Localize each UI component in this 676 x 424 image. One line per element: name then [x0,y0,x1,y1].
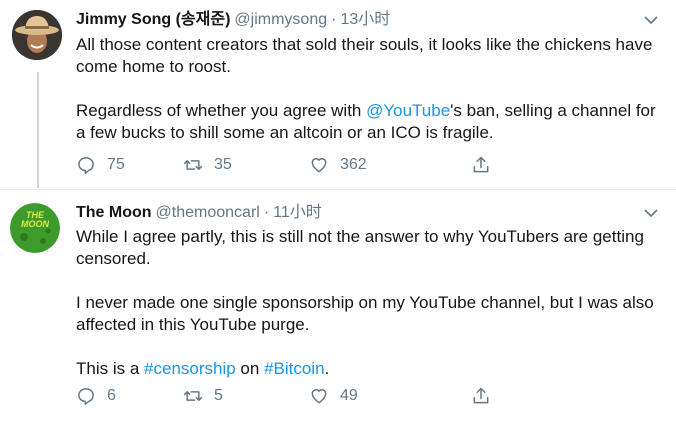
chevron-down-icon[interactable] [642,204,660,222]
text-fragment: This is a [76,359,145,378]
retweet-button[interactable]: 5 [183,386,223,406]
tweet-actions: 6 5 49 [76,384,576,408]
separator-dot: · [263,204,270,221]
author-handle[interactable]: @jimmysong [234,11,327,28]
tweet-time[interactable]: 11小时 [273,204,322,221]
text-fragment: . [324,359,330,378]
tweet-actions: 75 35 362 [76,153,576,177]
like-button[interactable]: 362 [309,155,367,175]
reply-icon [78,388,94,405]
reply-icon [78,157,94,174]
tweet-jimmysong[interactable]: Jimmy Song (송재준) @jimmysong · 13小时 All thos… [0,0,676,190]
like-icon [311,158,327,173]
tweet-text: All those content creators that sold the… [76,34,656,144]
tweet-time[interactable]: 13小时 [340,11,390,28]
retweet-button[interactable]: 35 [183,155,232,175]
logo-text: MOON [21,219,49,229]
hashtag-link[interactable]: #Bitcoin [264,359,324,378]
author-handle[interactable]: @themooncarl [156,204,260,221]
tweet-paragraph: I never made one single sponsorship on m… [76,293,654,334]
text-fragment: Regardless of whether you agree with [76,101,367,120]
cowboy-hat-avatar-icon [12,10,62,60]
tweet-paragraph: This is a #censorship on #Bitcoin. [76,358,656,380]
tweet-header: The Moon @themooncarl · 11小时 [76,203,322,223]
tweet-header: Jimmy Song (송재준) @jimmysong · 13小时 [76,10,390,30]
tweet-themooncarl[interactable]: THE MOON The Moon @themooncarl · 11小时 While… [0,190,676,423]
tweet-paragraph: Regardless of whether you agree with @Yo… [76,100,656,144]
like-count: 362 [340,156,367,173]
author-name[interactable]: The Moon [76,204,152,221]
thread-line [37,72,39,188]
retweet-count: 5 [214,387,223,404]
tweet-paragraph: All those content creators that sold the… [76,35,653,76]
like-icon [311,389,327,404]
chevron-down-icon[interactable] [642,11,660,29]
hashtag-link[interactable]: #censorship [144,359,236,378]
retweet-count: 35 [214,156,232,173]
like-button[interactable]: 49 [309,386,358,406]
author-name[interactable]: Jimmy Song (송재준) [76,11,230,28]
text-fragment: on [235,359,265,378]
moon-logo-avatar-icon: THE MOON [10,203,60,253]
reply-button[interactable]: 75 [76,155,125,175]
tweet-paragraph: While I agree partly, this is still not … [76,227,644,268]
share-button[interactable] [471,386,491,406]
separator-dot: · [331,11,337,28]
reply-count: 6 [107,387,116,404]
tweet-text: While I agree partly, this is still not … [76,226,656,380]
retweet-icon [183,391,203,401]
mention-link[interactable]: @YouTube [366,101,450,120]
avatar[interactable]: THE MOON [10,203,60,253]
like-count: 49 [340,387,358,404]
avatar[interactable] [12,10,62,60]
reply-button[interactable]: 6 [76,386,116,406]
share-button[interactable] [471,155,491,175]
reply-count: 75 [107,156,125,173]
share-icon [473,387,489,404]
retweet-icon [183,160,203,170]
share-icon [473,156,489,173]
